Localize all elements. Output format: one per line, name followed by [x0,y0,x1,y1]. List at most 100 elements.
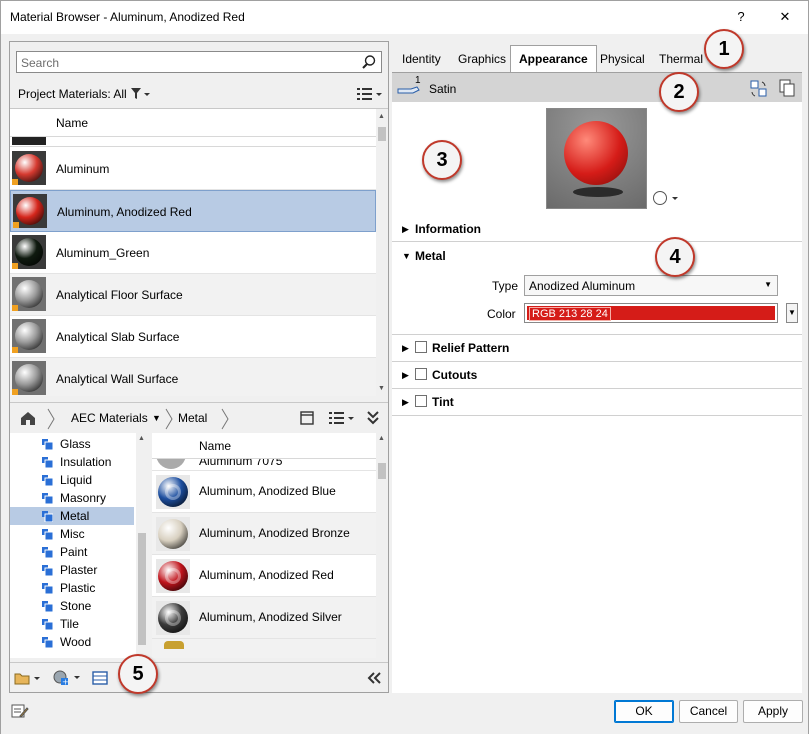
duplicate-asset-icon[interactable] [778,79,796,97]
category-icon [42,565,54,577]
library-list-item-label: Aluminum, Anodized Red [199,568,334,582]
edit-material-icon[interactable] [11,702,29,720]
bottom-toolbar: + [10,662,388,692]
tree-item-paint[interactable]: Paint [10,543,134,561]
category-icon [42,637,54,649]
material-preview [546,108,647,209]
filter-icon[interactable] [130,87,150,101]
collapse-arrow-icon[interactable]: ▼ [402,251,411,261]
library-list-item[interactable]: Aluminum, Anodized Silver [152,597,376,639]
tree-item-misc[interactable]: Misc [10,525,134,543]
section-metal-label: Metal [415,249,446,263]
tab-physical[interactable]: Physical [594,49,651,71]
tab-identity[interactable]: Identity [396,49,447,71]
create-material-icon[interactable]: + [52,669,82,687]
section-tint[interactable]: ▶ Tint [392,389,802,416]
tree-item-glass[interactable]: Glass [10,435,134,453]
library-list-item[interactable]: Aluminum, Anodized Bronze [152,513,376,555]
callout-1: 1 [704,29,744,69]
breadcrumb-aec-materials[interactable]: AEC Materials [71,411,148,425]
library-list-item[interactable]: Aluminum, Anodized Red [152,555,376,597]
material-browser-window: Material Browser - Aluminum, Anodized Re… [0,0,809,734]
category-icon [42,439,54,451]
library-list-header: Name [152,433,376,459]
material-swatch-icon [12,319,46,353]
tree-item-plastic[interactable]: Plastic [10,579,134,597]
tree-item-insulation[interactable]: Insulation [10,453,134,471]
help-button[interactable]: ? [725,5,757,29]
list-item-partial [10,137,376,147]
close-button[interactable]: ✕ [769,5,801,29]
ok-button[interactable]: OK [614,700,674,723]
tint-checkbox[interactable] [415,395,427,407]
library-list-item[interactable]: Aluminum, Anodized Blue [152,471,376,513]
collapse-left-icon[interactable] [366,672,382,684]
column-name-header[interactable]: Name [56,116,88,130]
section-cutouts-label: Cutouts [432,368,478,382]
dialog-footer: OK Cancel Apply [1,694,808,734]
material-swatch-icon [12,361,46,395]
list-item-label: Aluminum [56,162,110,176]
type-dropdown[interactable]: Anodized Aluminum ▼ [524,275,778,296]
cancel-button[interactable]: Cancel [679,700,738,723]
section-information[interactable]: ▶ Information [392,216,802,242]
tree-item-liquid[interactable]: Liquid [10,471,134,489]
tree-item-masonry[interactable]: Masonry [10,489,134,507]
tree-item-label: Stone [60,599,92,613]
cutouts-checkbox[interactable] [415,368,427,380]
tree-item-label: Paint [60,545,88,559]
category-icon [42,601,54,613]
tree-item-metal[interactable]: Metal [10,507,134,525]
library-column-name-header[interactable]: Name [199,439,231,453]
chevron-right-icon [165,408,173,430]
panel-toggle-icon[interactable] [300,411,314,425]
category-icon [42,583,54,595]
library-list-scrollbar[interactable]: ▲ [376,433,388,658]
search-input[interactable]: Search [16,51,382,73]
collapse-down-icon[interactable] [366,410,380,426]
category-icon [42,457,54,469]
list-item[interactable]: Analytical Floor Surface [10,274,376,316]
tree-item-tile[interactable]: Tile [10,615,134,633]
library-folder-icon[interactable] [14,670,42,686]
apply-button[interactable]: Apply [743,700,803,723]
editor-panel-icon[interactable] [92,671,108,685]
list-item-label: Analytical Floor Surface [56,288,183,302]
project-list-header: Name [10,109,376,137]
list-item[interactable]: Analytical Slab Surface [10,316,376,358]
list-item[interactable]: Aluminum_Green [10,232,376,274]
color-swatch-field[interactable]: RGB 213 28 24 [524,303,778,323]
list-item[interactable]: Aluminum [10,148,376,190]
tab-appearance[interactable]: Appearance [510,45,597,72]
section-cutouts[interactable]: ▶ Cutouts [392,362,802,389]
relief-checkbox[interactable] [415,341,427,353]
tree-item-stone[interactable]: Stone [10,597,134,615]
library-view-options-icon[interactable] [328,411,356,425]
tab-graphics[interactable]: Graphics [452,49,512,71]
library-list-item-label: Aluminum, Anodized Silver [199,610,342,624]
search-icon[interactable] [361,54,377,70]
view-options-icon[interactable] [356,87,384,101]
replace-asset-icon[interactable] [750,80,768,98]
expand-arrow-icon: ▶ [402,343,409,353]
category-icon [42,493,54,505]
tree-item-plaster[interactable]: Plaster [10,561,134,579]
section-relief-pattern[interactable]: ▶ Relief Pattern [392,335,802,362]
project-list-scrollbar[interactable]: ▲ ▼ [376,109,388,396]
tab-thermal[interactable]: Thermal [653,49,709,71]
library-tree-scrollbar[interactable]: ▲ [136,433,148,658]
material-swatch-icon [12,235,46,269]
list-item[interactable]: Aluminum, Anodized Red [10,190,376,232]
tree-item-wood[interactable]: Wood [10,633,134,651]
expand-arrow-icon: ▶ [402,397,409,407]
color-options-button[interactable]: ▼ [786,303,798,323]
breadcrumb-metal[interactable]: Metal [178,411,207,425]
tree-item-label: Wood [60,635,92,649]
preview-shape-icon[interactable] [652,190,680,206]
chevron-down-icon[interactable]: ▼ [152,413,161,423]
tree-item-label: Plaster [60,563,98,577]
list-item-partial [152,639,376,658]
tree-item-label: Masonry [60,491,107,505]
home-icon[interactable] [19,410,37,426]
list-item[interactable]: Analytical Wall Surface [10,358,376,396]
